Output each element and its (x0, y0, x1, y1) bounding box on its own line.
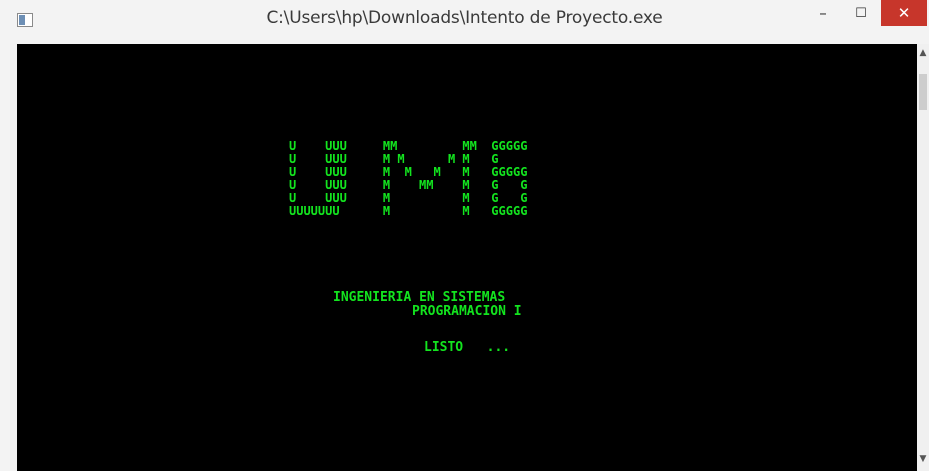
close-button[interactable]: ✕ (881, 0, 927, 26)
course-line: PROGRAMACION I (412, 304, 522, 319)
title-bar[interactable]: C:\Users\hp\Downloads\Intento de Proyect… (0, 0, 929, 44)
console-output[interactable]: U UUU MM MM GGGGG U UUU M M M M G U UUU … (17, 44, 917, 471)
logo-line: UUUUUUU M M GGGGG (289, 204, 528, 218)
scroll-down-arrow-icon[interactable]: ▼ (917, 454, 929, 464)
status-line: LISTO ... (424, 340, 511, 355)
scrollbar-thumb[interactable] (919, 74, 927, 110)
vertical-scrollbar[interactable]: ▲ ▼ (917, 44, 929, 471)
scroll-up-arrow-icon[interactable]: ▲ (917, 48, 929, 58)
minimize-button[interactable]: – (808, 0, 838, 26)
department-line: INGENIERIA EN SISTEMAS (333, 290, 506, 305)
console-window: C:\Users\hp\Downloads\Intento de Proyect… (0, 0, 929, 471)
maximize-button[interactable]: ☐ (846, 0, 876, 26)
window-title: C:\Users\hp\Downloads\Intento de Proyect… (266, 8, 663, 28)
